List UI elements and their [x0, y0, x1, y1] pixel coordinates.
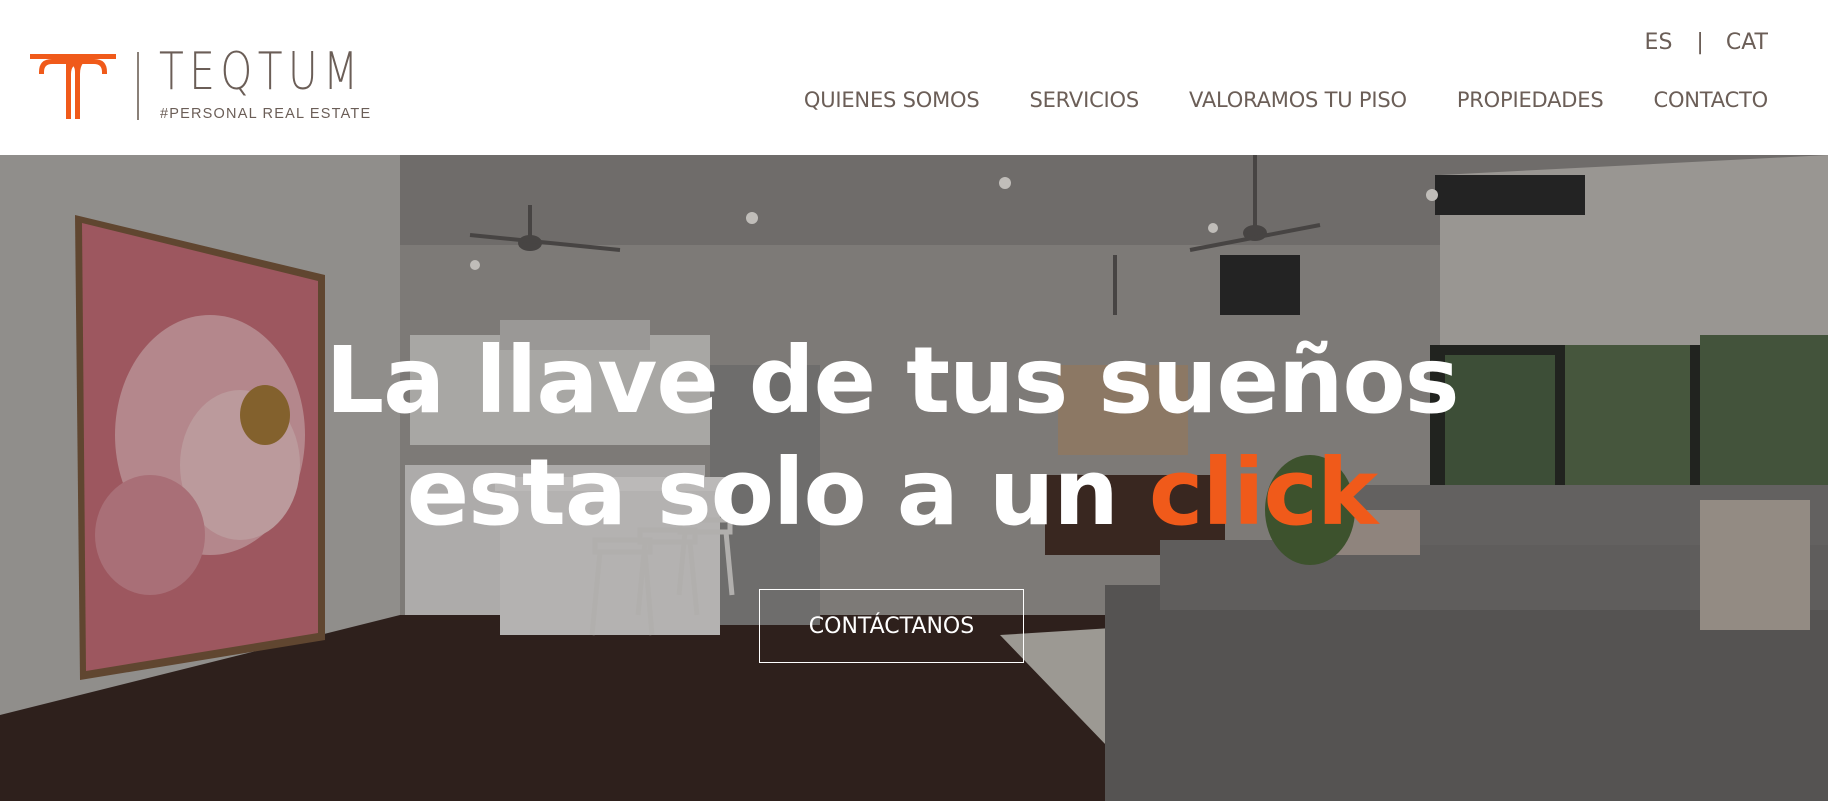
hero-headline: La llave de tus sueños esta solo a un cl…	[0, 325, 1784, 549]
site-header: TEQTUM #PERSONAL REAL ESTATE ES | CAT QU…	[0, 0, 1828, 155]
lang-es-link[interactable]: ES	[1645, 30, 1673, 55]
teqtum-logo-icon	[30, 54, 116, 119]
nav-item-servicios[interactable]: SERVICIOS	[1029, 88, 1139, 112]
logo-tagline: #PERSONAL REAL ESTATE	[160, 106, 372, 122]
nav-item-contacto[interactable]: CONTACTO	[1653, 88, 1768, 112]
nav-item-quienes-somos[interactable]: QUIENES SOMOS	[804, 88, 980, 112]
nav-item-valoramos-tu-piso[interactable]: VALORAMOS TU PISO	[1189, 88, 1407, 112]
nav-item-propiedades[interactable]: PROPIEDADES	[1457, 88, 1604, 112]
main-nav: QUIENES SOMOS SERVICIOS VALORAMOS TU PIS…	[804, 88, 1768, 112]
hero-section: La llave de tus sueños esta solo a un cl…	[0, 155, 1828, 801]
logo-divider	[137, 52, 139, 120]
lang-cat-link[interactable]: CAT	[1726, 30, 1768, 55]
language-switcher: ES | CAT	[1645, 30, 1768, 55]
site-logo[interactable]: TEQTUM #PERSONAL REAL ESTATE	[30, 46, 372, 125]
hero-headline-accent: click	[1148, 439, 1378, 546]
hero-headline-line1: La llave de tus sueños	[325, 327, 1460, 434]
contact-cta-button[interactable]: CONTÁCTANOS	[759, 589, 1024, 663]
logo-wordmark: TEQTUM	[159, 42, 364, 102]
hero-headline-line2: esta solo a un	[406, 439, 1149, 546]
lang-separator: |	[1696, 30, 1704, 55]
